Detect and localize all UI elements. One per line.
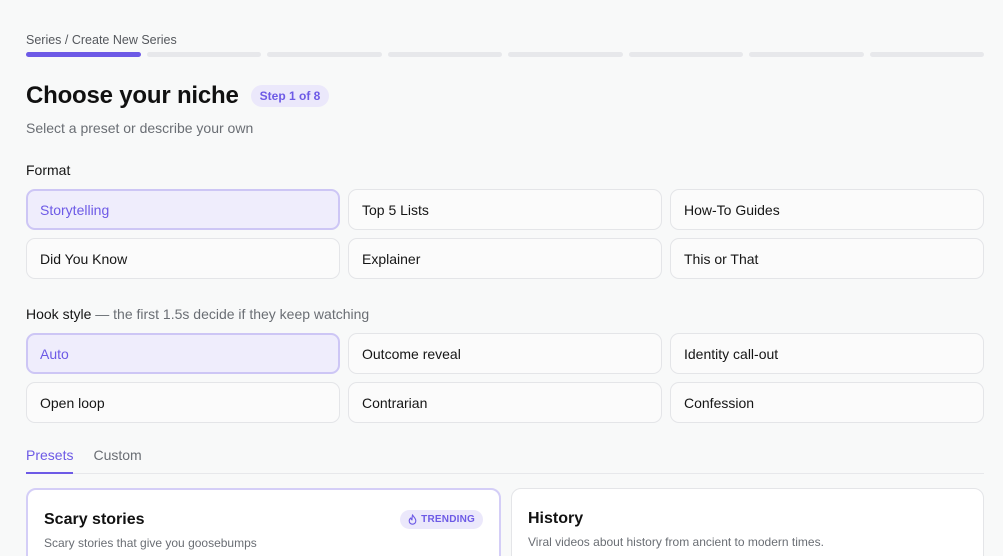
flame-icon: [408, 514, 417, 525]
preset-tabs: Presets Custom: [26, 444, 984, 474]
progress-segment-2: [146, 52, 261, 57]
preset-card-title: Scary stories: [44, 511, 145, 528]
tab-custom[interactable]: Custom: [93, 444, 141, 474]
breadcrumb: Series / Create New Series: [26, 33, 177, 47]
page-subtitle: Select a preset or describe your own: [26, 120, 254, 136]
format-option-this-or-that[interactable]: This or That: [670, 238, 984, 279]
format-option-how-to-guides[interactable]: How-To Guides: [670, 189, 984, 230]
preset-card-history[interactable]: History Viral videos about history from …: [511, 488, 984, 556]
format-option-explainer[interactable]: Explainer: [348, 238, 662, 279]
preset-cards: Scary stories TRENDING Scary stories tha…: [26, 488, 984, 556]
page-title: Choose your niche: [26, 82, 239, 109]
format-label: Format: [26, 162, 71, 178]
hook-style-label-row: Hook style — the first 1.5s decide if th…: [26, 306, 369, 322]
progress-segment-3: [267, 52, 382, 57]
preset-card-description: Viral videos about history from ancient …: [528, 535, 824, 549]
step-progress-bar: [26, 52, 984, 57]
hook-style-label: Hook style: [26, 306, 92, 322]
create-series-page: Series / Create New Series Choose your n…: [0, 0, 1003, 556]
progress-segment-7: [749, 52, 864, 57]
progress-segment-6: [628, 52, 743, 57]
hook-option-auto[interactable]: Auto: [26, 333, 340, 374]
format-option-did-you-know[interactable]: Did You Know: [26, 238, 340, 279]
hook-option-open-loop[interactable]: Open loop: [26, 382, 340, 423]
format-option-storytelling[interactable]: Storytelling: [26, 189, 340, 230]
title-row: Choose your niche Step 1 of 8: [26, 82, 330, 110]
progress-segment-8: [869, 52, 984, 57]
trending-badge: TRENDING: [400, 510, 483, 529]
format-option-top-5-lists[interactable]: Top 5 Lists: [348, 189, 662, 230]
hook-option-identity-call-out[interactable]: Identity call-out: [670, 333, 984, 374]
progress-segment-4: [387, 52, 502, 57]
hook-option-confession[interactable]: Confession: [670, 382, 984, 423]
hook-option-contrarian[interactable]: Contrarian: [348, 382, 662, 423]
preset-card-title: History: [528, 510, 584, 527]
hook-style-hint: — the first 1.5s decide if they keep wat…: [95, 306, 370, 322]
hook-option-outcome-reveal[interactable]: Outcome reveal: [348, 333, 662, 374]
format-options: Storytelling Top 5 Lists How-To Guides D…: [26, 189, 984, 279]
preset-card-description: Scary stories that give you goosebumps: [44, 536, 257, 550]
trending-badge-label: TRENDING: [421, 514, 475, 525]
hook-style-options: Auto Outcome reveal Identity call-out Op…: [26, 333, 984, 423]
progress-segment-5: [508, 52, 623, 57]
step-badge: Step 1 of 8: [250, 85, 330, 107]
preset-card-scary-stories[interactable]: Scary stories TRENDING Scary stories tha…: [26, 488, 501, 556]
tab-presets[interactable]: Presets: [26, 444, 74, 474]
progress-segment-1: [26, 52, 141, 57]
